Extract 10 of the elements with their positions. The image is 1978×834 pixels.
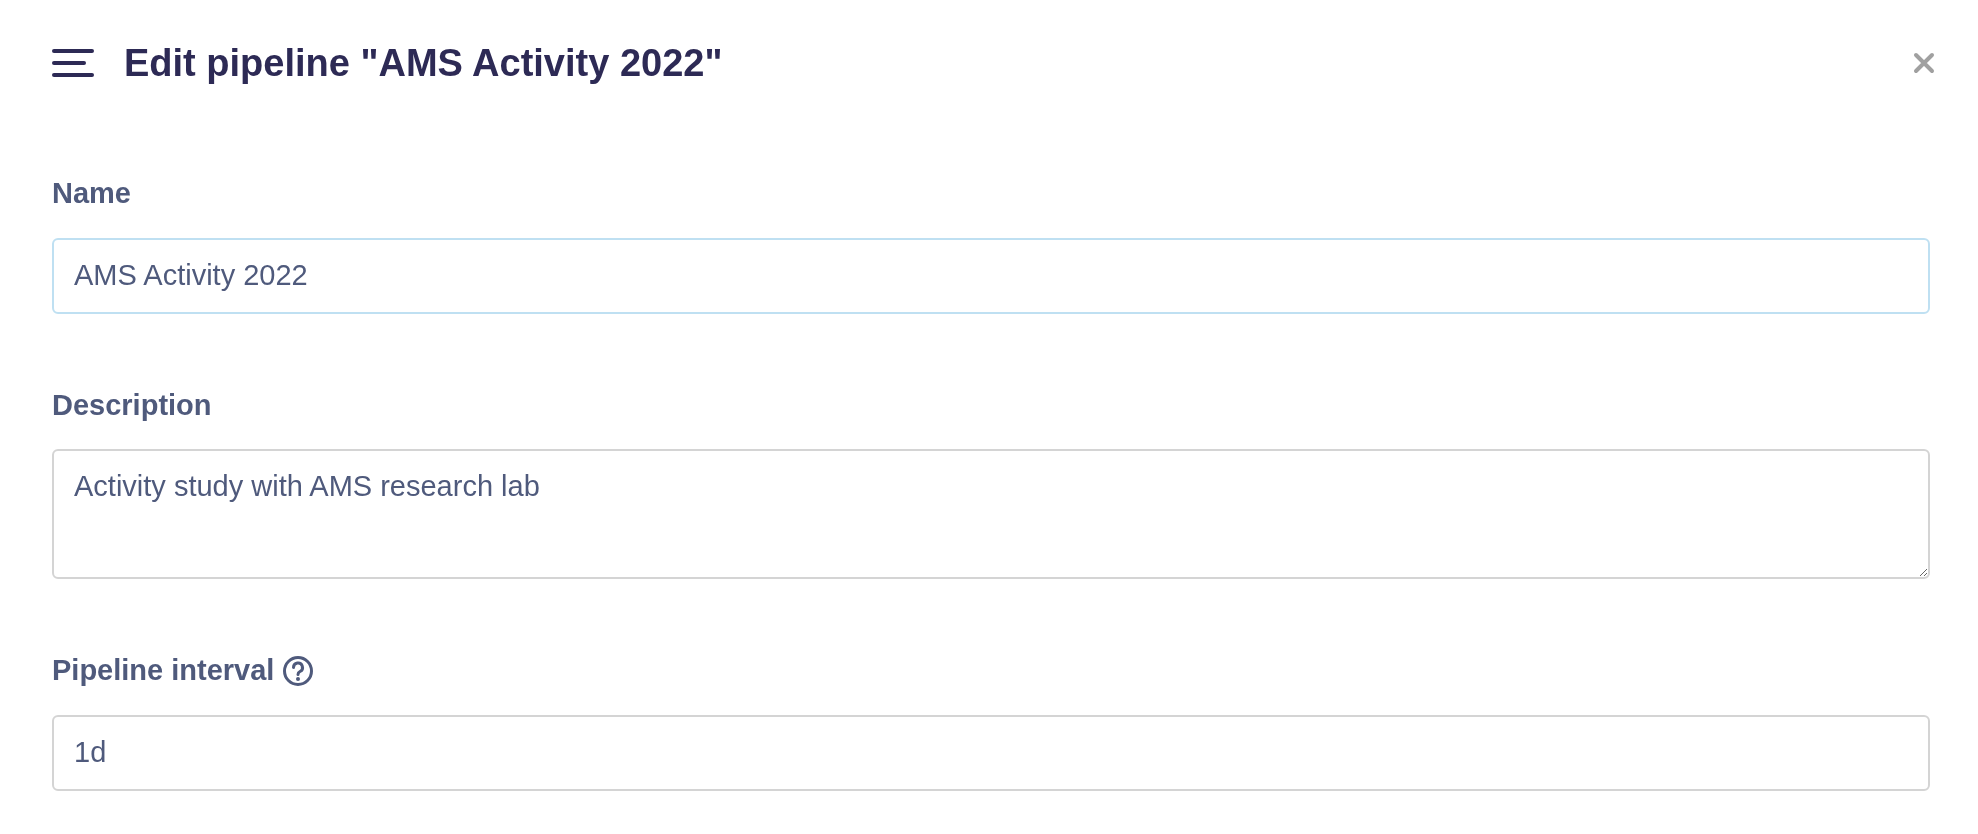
- text-field[interactable]: 1d: [52, 714, 1930, 791]
- help-icon[interactable]: [282, 654, 315, 687]
- field-label: Name: [52, 176, 131, 211]
- dialog-title: Edit pipeline "AMS Activity 2022": [124, 40, 723, 86]
- text-field[interactable]: AMS Activity 2022: [52, 237, 1930, 314]
- description-field[interactable]: Activity study with AMS research lab: [52, 449, 1930, 579]
- field-label: Pipeline interval: [52, 653, 275, 688]
- menu-icon[interactable]: [52, 48, 94, 78]
- close-icon[interactable]: [1912, 51, 1936, 75]
- field-label: Description: [52, 387, 212, 423]
